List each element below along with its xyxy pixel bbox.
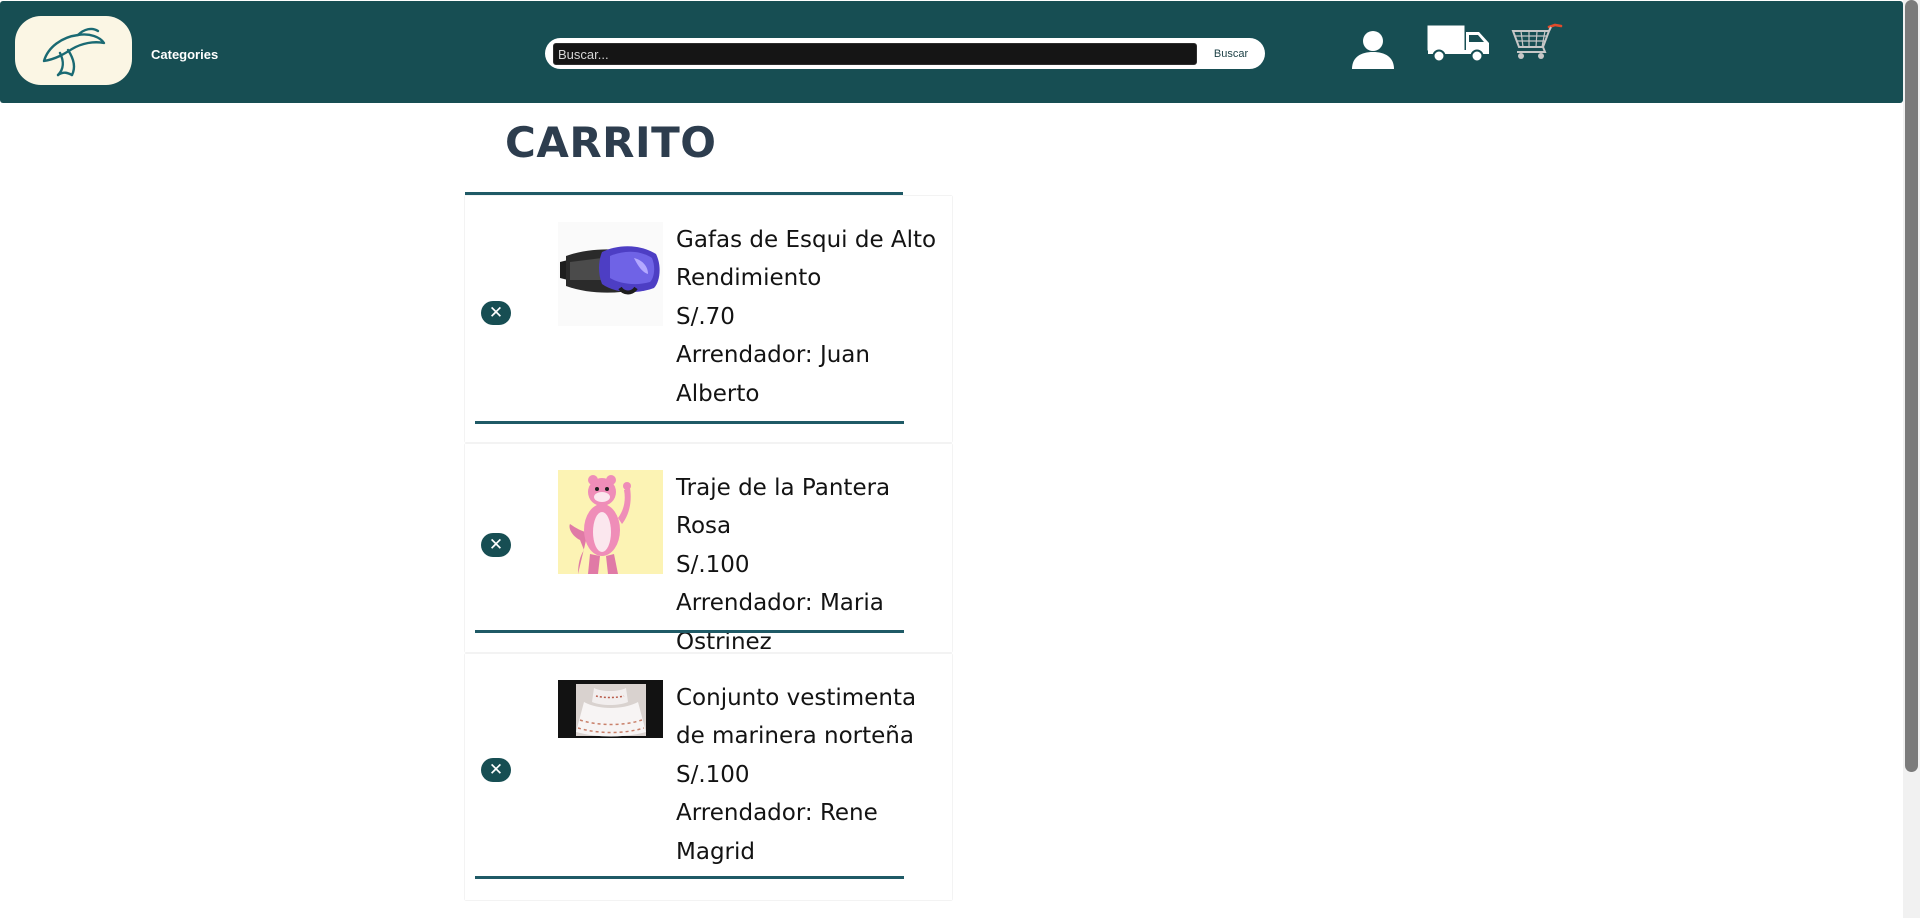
close-icon: ✕ [488, 303, 504, 322]
top-navbar: Categories Buscar [0, 1, 1903, 103]
product-name[interactable]: Gafas de Esqui de Alto Rendimiento [676, 221, 946, 298]
item-divider [475, 421, 904, 424]
product-lessor: Arrendador: Juan Alberto [676, 342, 870, 407]
product-price: S/.100 [676, 551, 750, 578]
ski-goggles-image [558, 222, 663, 326]
product-name[interactable]: Traje de la Pantera Rosa [676, 469, 946, 546]
close-icon: ✕ [488, 760, 504, 779]
item-divider [475, 630, 904, 633]
product-lessor: Arrendador: Maria Ostrinez [676, 590, 884, 655]
search-bar: Buscar [545, 38, 1265, 69]
cart-icon[interactable] [1511, 23, 1565, 61]
remove-item-button[interactable]: ✕ [481, 758, 511, 782]
cart-item: ✕ Gafas de Esqui de Alto Rendimiento S/.… [465, 196, 952, 442]
product-name[interactable]: Conjunto vestimenta de marinera norteña [676, 679, 946, 756]
remove-item-button[interactable]: ✕ [481, 301, 511, 325]
product-price: S/.100 [676, 761, 750, 788]
page-title: CARRITO [505, 118, 717, 167]
marinera-dress-image [558, 680, 663, 738]
logo-icon [42, 27, 105, 76]
product-details: Conjunto vestimenta de marinera norteña … [676, 679, 946, 871]
pink-panther-costume-image [558, 470, 663, 574]
user-icon[interactable] [1350, 30, 1396, 70]
product-image [558, 222, 663, 326]
categories-menu[interactable]: Categories [151, 47, 218, 62]
cart-item: ✕ Conjunto vestimenta de marinera norteñ… [465, 654, 952, 900]
scrollbar-thumb[interactable] [1905, 0, 1918, 772]
product-lessor: Arrendador: Rene Magrid [676, 800, 878, 865]
remove-item-button[interactable]: ✕ [481, 533, 511, 557]
product-price: S/.70 [676, 303, 735, 330]
truck-icon[interactable] [1427, 23, 1491, 63]
cart-item: ✕ Traje de la Pantera Rosa S/.100 Arrend… [465, 444, 952, 655]
product-image [558, 680, 663, 738]
item-divider [475, 876, 904, 879]
close-icon: ✕ [488, 535, 504, 554]
product-details: Gafas de Esqui de Alto Rendimiento S/.70… [676, 221, 946, 413]
product-image [558, 470, 663, 574]
search-button[interactable]: Buscar [1205, 43, 1257, 65]
page-scrollbar[interactable] [1903, 0, 1920, 918]
logo[interactable] [15, 16, 132, 85]
search-input[interactable] [553, 43, 1197, 65]
title-divider [465, 192, 903, 195]
